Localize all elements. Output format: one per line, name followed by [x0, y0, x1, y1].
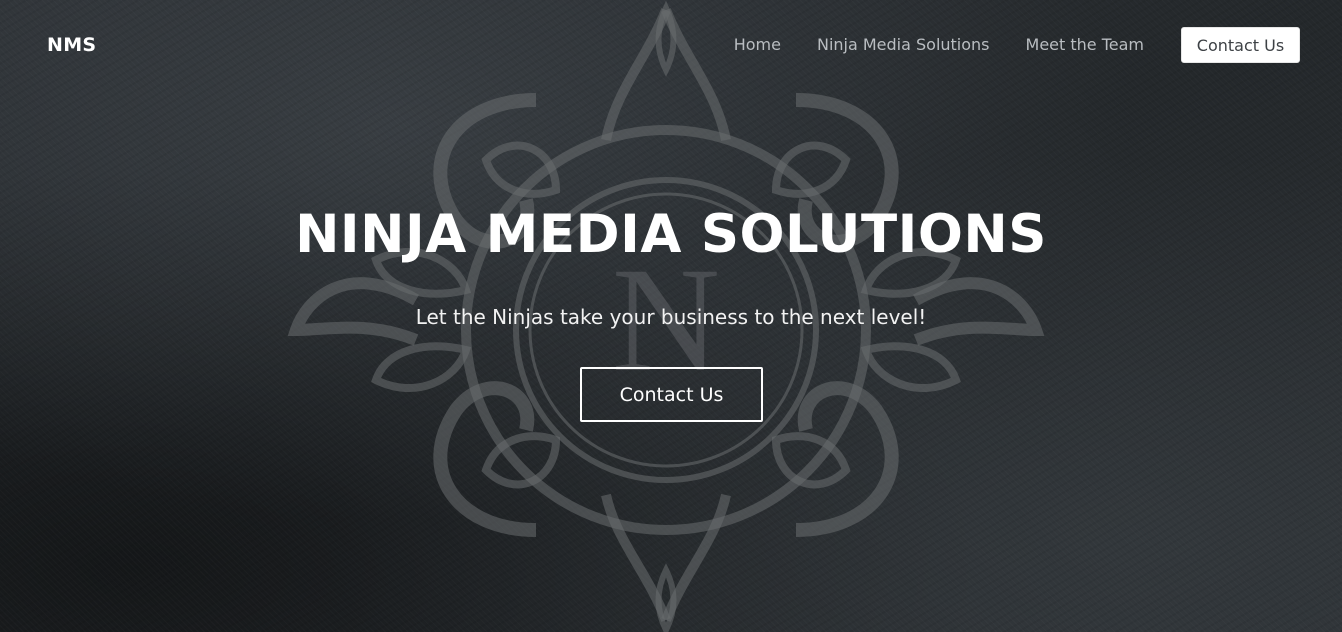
hero-title: NINJA MEDIA SOLUTIONS — [295, 204, 1047, 265]
nav-contact-us-button[interactable]: Contact Us — [1181, 27, 1300, 63]
hero-subtitle: Let the Ninjas take your business to the… — [415, 305, 927, 329]
hero-section: N NMS Home Ninja Media Solutions Meet th… — [0, 0, 1342, 632]
hero-contact-us-button[interactable]: Contact Us — [580, 367, 763, 422]
top-navbar: NMS Home Ninja Media Solutions Meet the … — [0, 0, 1342, 90]
nav-link-home[interactable]: Home — [734, 27, 781, 63]
nav-link-meet-the-team[interactable]: Meet the Team — [1026, 27, 1144, 63]
nav-link-ninja-media-solutions[interactable]: Ninja Media Solutions — [817, 27, 990, 63]
brand-logo-link[interactable]: NMS — [47, 34, 96, 56]
nav-links: Home Ninja Media Solutions Meet the Team… — [734, 27, 1300, 63]
